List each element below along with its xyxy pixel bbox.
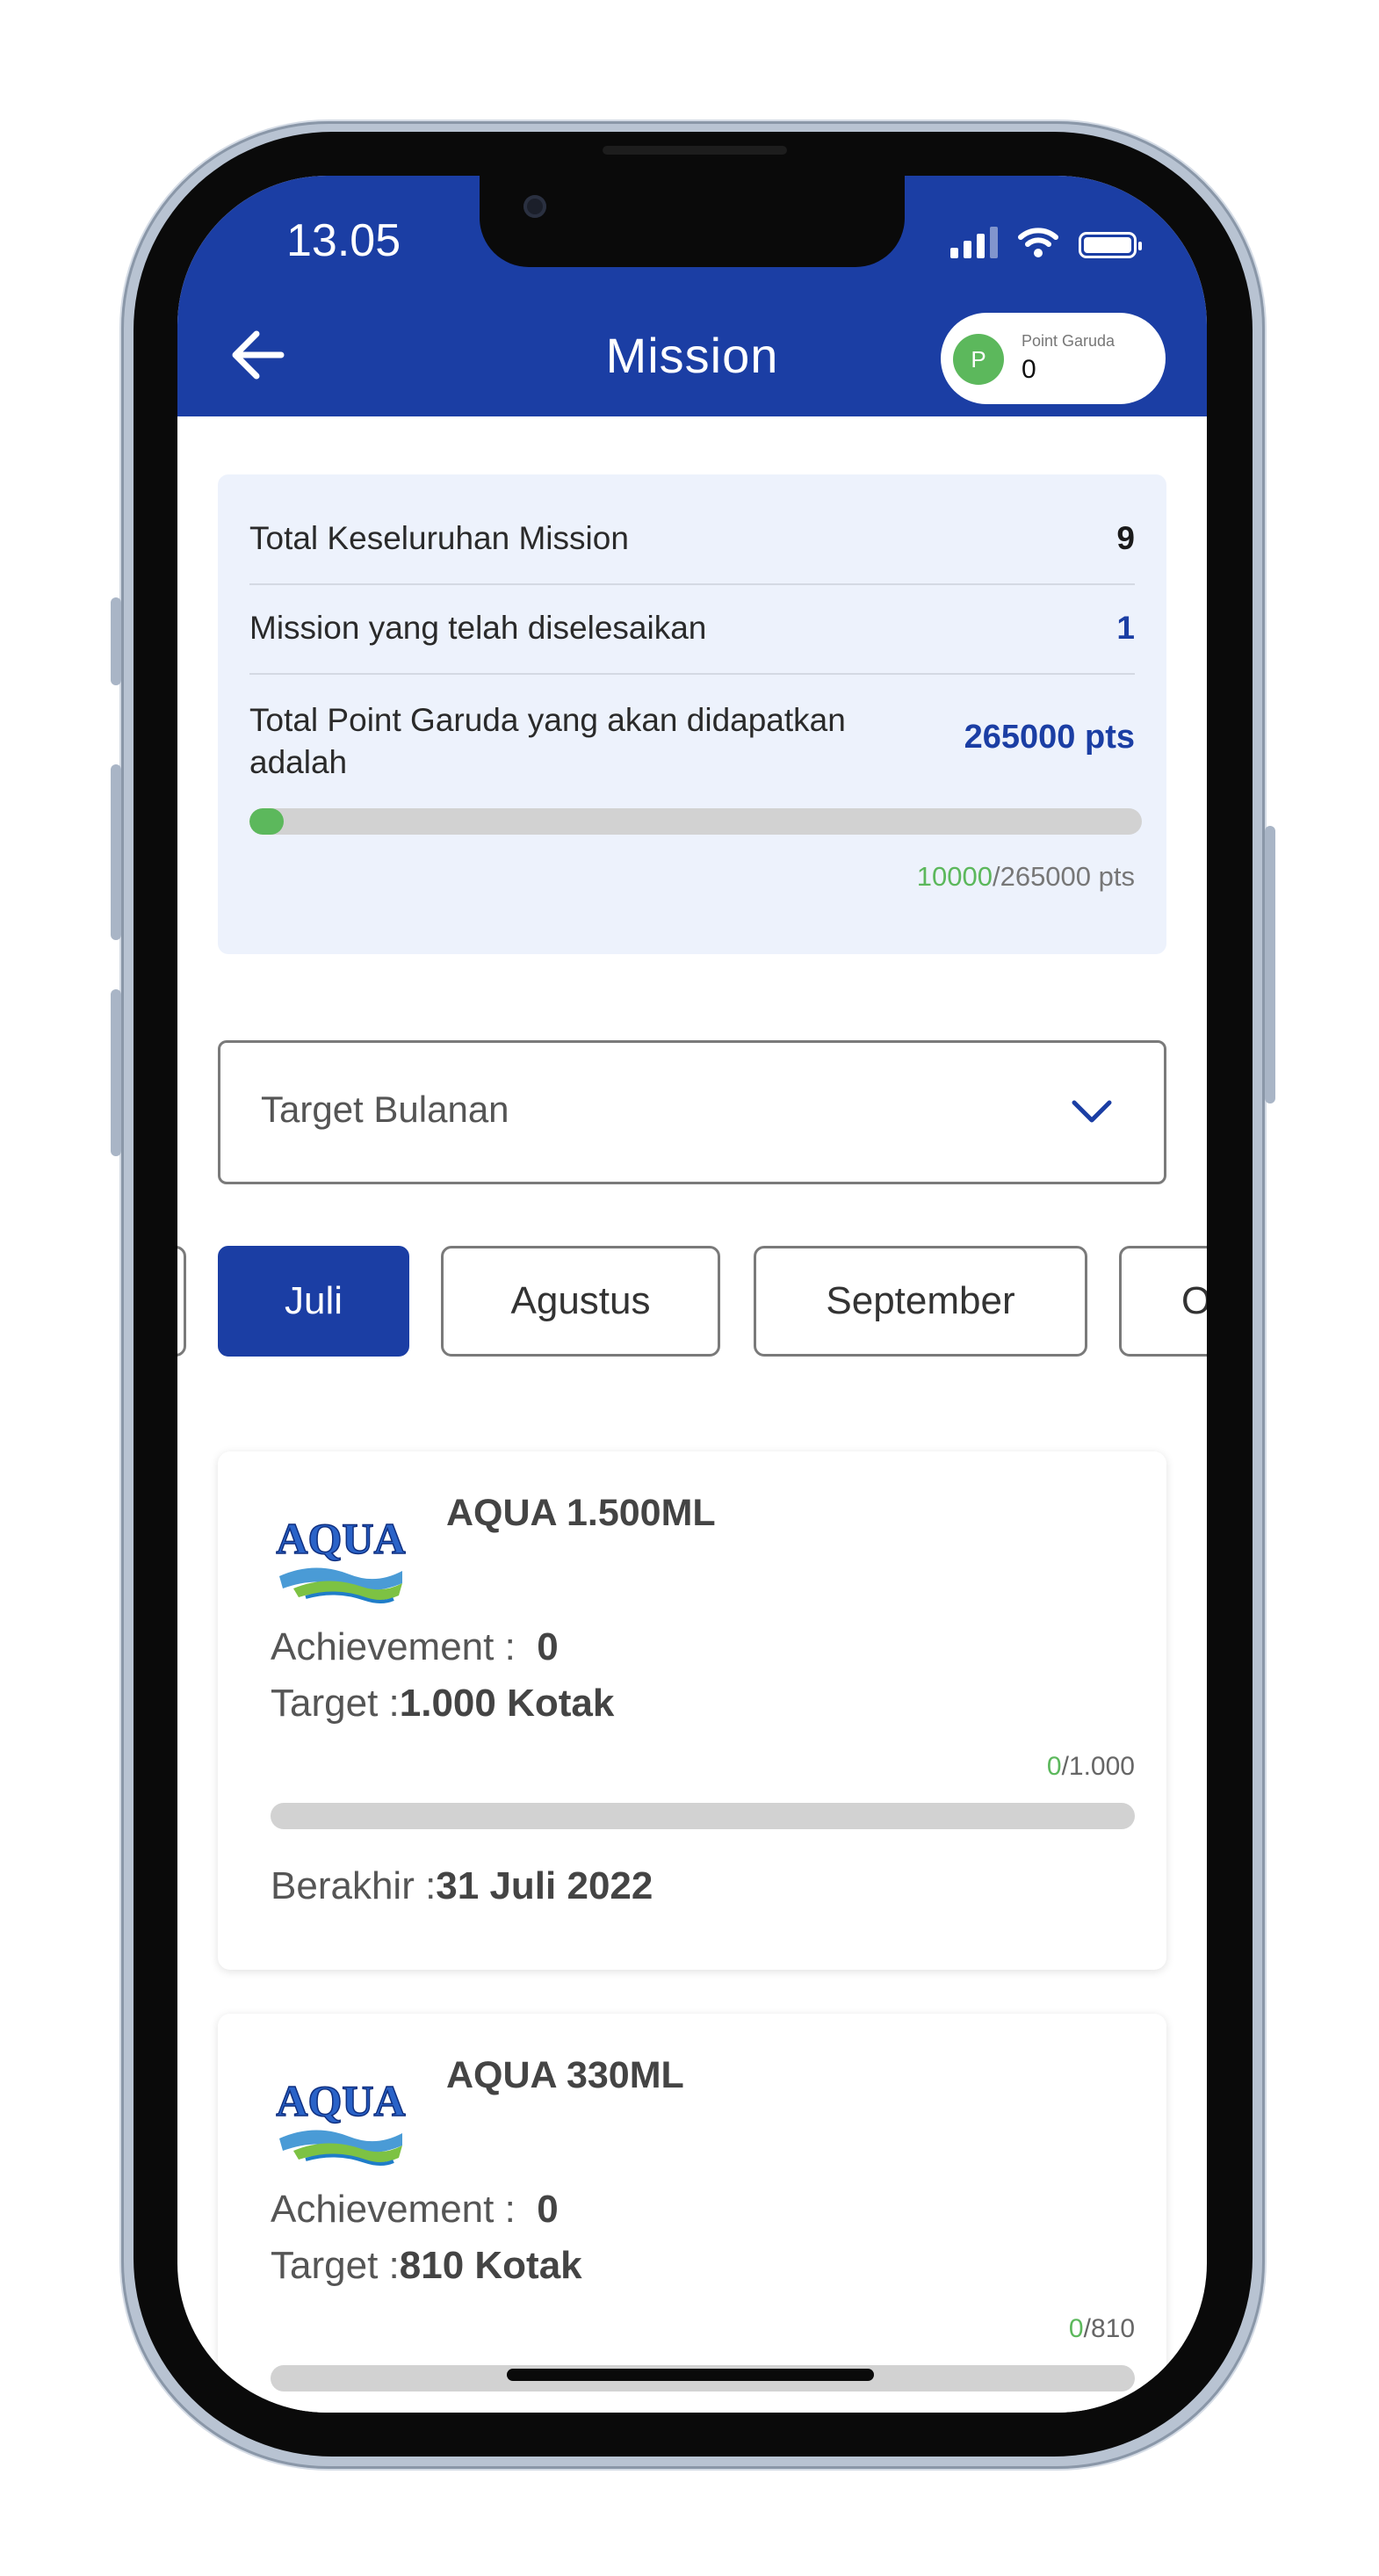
- progress-current: 10000: [916, 861, 993, 892]
- points-label: Point Garuda: [1022, 332, 1115, 350]
- aqua-logo: AQUA: [276, 2075, 406, 2166]
- tab-month-oktober[interactable]: O: [1119, 1246, 1207, 1357]
- summary-label: Total Point Garuda yang akan didapatkan …: [249, 702, 846, 780]
- end-date-value: 31 Juli 2022: [436, 1864, 653, 1907]
- achievement-line: Achievement : 0: [271, 1625, 559, 1669]
- points-progress-bar: [249, 808, 1142, 835]
- target-type-dropdown[interactable]: Target Bulanan: [218, 1040, 1166, 1184]
- divider: [249, 583, 1135, 585]
- cellular-signal-icon: [950, 227, 998, 258]
- points-progress-fill: [249, 808, 284, 835]
- mission-title: AQUA 330ML: [446, 2054, 684, 2096]
- status-time: 13.05: [286, 215, 401, 266]
- end-date-label: Berakhir :: [271, 1864, 437, 1907]
- achievement-value: 0: [537, 2188, 559, 2231]
- summary-row-completed: Mission yang telah diselesaikan 1: [249, 610, 1135, 647]
- notch: [480, 176, 905, 267]
- tab-month-juli[interactable]: Juli: [218, 1246, 409, 1357]
- summary-label: Mission yang telah diselesaikan: [249, 610, 707, 646]
- achievement-line: Achievement : 0: [271, 2188, 559, 2232]
- tab-month-september[interactable]: September: [754, 1246, 1087, 1357]
- tab-month-agustus[interactable]: Agustus: [441, 1246, 720, 1357]
- achievement-value: 0: [537, 1625, 559, 1668]
- mission-progress-caption: 0/810: [1069, 2314, 1135, 2344]
- progress-total: /265000 pts: [992, 861, 1135, 892]
- target-value: 810 Kotak: [399, 2244, 582, 2287]
- earpiece-speaker: [603, 146, 787, 155]
- target-line: Target :1.000 Kotak: [271, 1682, 614, 1726]
- points-avatar: P: [953, 334, 1004, 385]
- summary-label: Total Keseluruhan Mission: [249, 520, 629, 556]
- dropdown-selected-value: Target Bulanan: [261, 1089, 509, 1130]
- target-label: Target :: [271, 2244, 400, 2287]
- summary-value: 9: [1116, 520, 1135, 556]
- points-badge[interactable]: P Point Garuda 0: [941, 313, 1166, 404]
- summary-value: 265000 pts: [964, 719, 1135, 756]
- home-indicator[interactable]: [507, 2369, 874, 2381]
- mission-progress-bar: [271, 1803, 1135, 1829]
- status-icons: [950, 227, 1142, 258]
- mission-progress-total: /1.000: [1061, 1752, 1135, 1781]
- tab-month-previous[interactable]: [177, 1246, 186, 1357]
- phone-silent-switch: [111, 597, 121, 685]
- chevron-down-icon: [1072, 1100, 1112, 1123]
- phone-power-button: [1265, 826, 1275, 1103]
- aqua-logo-text: AQUA: [276, 1514, 405, 1563]
- mission-progress-total: /810: [1083, 2314, 1135, 2343]
- summary-value: 1: [1116, 610, 1135, 646]
- end-date-line: Berakhir :31 Juli 2022: [271, 1864, 653, 1908]
- target-line: Target :810 Kotak: [271, 2244, 582, 2288]
- mission-progress-current: 0: [1046, 1752, 1062, 1781]
- aqua-logo: AQUA: [276, 1513, 406, 1603]
- aqua-logo-text: AQUA: [276, 2076, 405, 2125]
- achievement-label: Achievement :: [271, 1625, 516, 1668]
- achievement-label: Achievement :: [271, 2188, 516, 2231]
- battery-icon: [1079, 232, 1142, 258]
- mission-summary-card: Total Keseluruhan Mission 9 Mission yang…: [218, 474, 1166, 954]
- summary-row-total: Total Keseluruhan Mission 9: [249, 520, 1135, 557]
- phone-volume-up: [111, 764, 121, 940]
- mission-card[interactable]: AQUA AQUA 1.500ML Achievement : 0 Target…: [218, 1451, 1166, 1970]
- summary-row-points: Total Point Garuda yang akan didapatkan …: [249, 699, 1135, 784]
- points-value: 0: [1022, 355, 1036, 384]
- divider: [249, 673, 1135, 675]
- mission-progress-current: 0: [1068, 2314, 1084, 2343]
- points-progress-caption: 10000/265000 pts: [917, 861, 1135, 893]
- front-camera: [523, 195, 546, 218]
- target-value: 1.000 Kotak: [399, 1682, 615, 1725]
- app-screen: 13.05 Mission P Point Garuda 0 Total Kes…: [177, 176, 1207, 2413]
- mission-progress-caption: 0/1.000: [1047, 1752, 1135, 1782]
- phone-volume-down: [111, 989, 121, 1156]
- mission-title: AQUA 1.500ML: [446, 1492, 716, 1534]
- target-label: Target :: [271, 1682, 400, 1725]
- wifi-icon: [1018, 228, 1058, 257]
- mission-card[interactable]: AQUA AQUA 330ML Achievement : 0 Target :…: [218, 2014, 1166, 2413]
